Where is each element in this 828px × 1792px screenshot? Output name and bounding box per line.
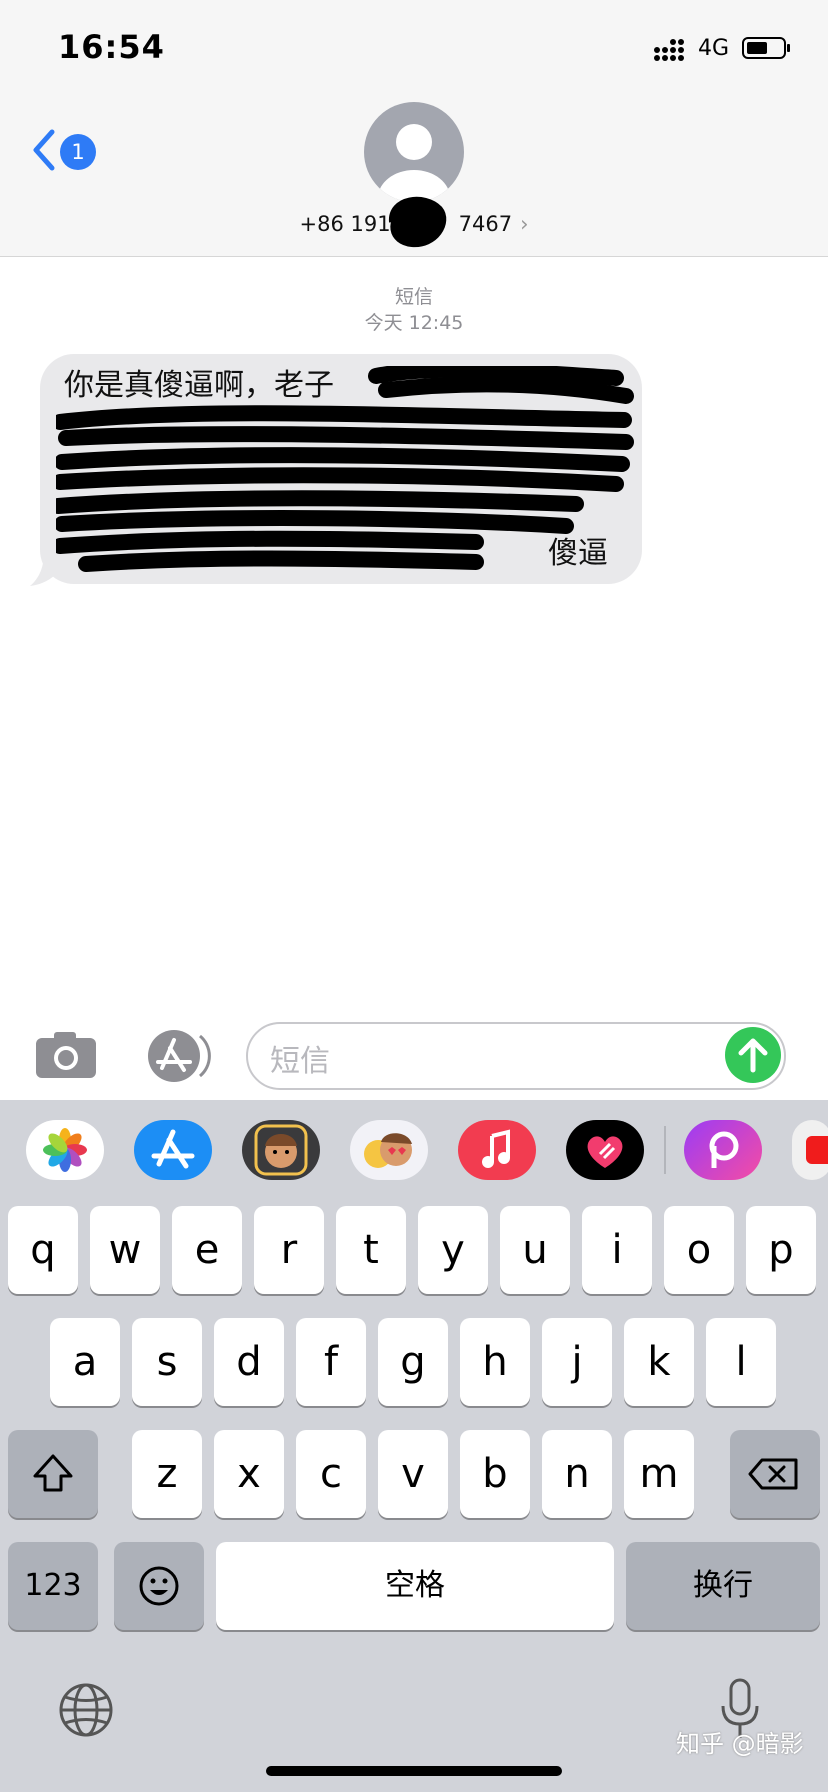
contact-number-suffix: 7467: [458, 212, 513, 236]
return-key[interactable]: 换行: [626, 1542, 820, 1630]
message-input-placeholder: 短信: [270, 1044, 330, 1079]
key-z[interactable]: z: [132, 1430, 202, 1518]
key-m[interactable]: m: [624, 1430, 694, 1518]
key-p[interactable]: p: [746, 1206, 816, 1294]
key-k[interactable]: k: [624, 1318, 694, 1406]
chevron-right-icon: ›: [520, 212, 529, 236]
animoji-stickers-icon[interactable]: [350, 1120, 428, 1180]
key-l[interactable]: l: [706, 1318, 776, 1406]
key-u[interactable]: u: [500, 1206, 570, 1294]
service-label: 短信: [394, 286, 433, 308]
digital-touch-heart-icon[interactable]: [566, 1120, 644, 1180]
delete-key[interactable]: [730, 1430, 820, 1518]
key-t[interactable]: t: [336, 1206, 406, 1294]
watermark: 知乎 @暗影: [676, 1730, 804, 1758]
youtube-icon[interactable]: [792, 1120, 828, 1180]
key-n[interactable]: n: [542, 1430, 612, 1518]
key-b[interactable]: b: [460, 1430, 530, 1518]
photos-icon[interactable]: [26, 1120, 104, 1180]
unread-badge[interactable]: 1: [60, 134, 96, 170]
key-x[interactable]: x: [214, 1430, 284, 1518]
redaction-scribble: [389, 197, 447, 248]
key-y[interactable]: y: [418, 1206, 488, 1294]
memoji-icon[interactable]: [242, 1120, 320, 1180]
music-icon[interactable]: [458, 1120, 536, 1180]
camera-icon[interactable]: [34, 1028, 98, 1080]
app-store-icon[interactable]: [140, 1028, 212, 1084]
battery-icon: [742, 37, 790, 59]
key-w[interactable]: w: [90, 1206, 160, 1294]
emoji-key[interactable]: [114, 1542, 204, 1630]
status-time: 16:54: [58, 28, 165, 66]
person-icon: [378, 124, 450, 202]
delete-icon: [748, 1458, 798, 1490]
globe-icon[interactable]: [58, 1682, 114, 1738]
key-r[interactable]: r: [254, 1206, 324, 1294]
contact-avatar[interactable]: [364, 102, 464, 202]
send-button[interactable]: [724, 1026, 782, 1084]
key-o[interactable]: o: [664, 1206, 734, 1294]
picsart-icon[interactable]: [684, 1120, 762, 1180]
shift-key[interactable]: [8, 1430, 98, 1518]
key-d[interactable]: d: [214, 1318, 284, 1406]
message-text-end: 傻逼: [548, 536, 608, 571]
emoji-icon: [139, 1566, 179, 1606]
message-timestamp: 今天 12:45: [364, 312, 464, 334]
appstore-app-icon[interactable]: [134, 1120, 212, 1180]
space-key[interactable]: 空格: [216, 1542, 614, 1630]
key-a[interactable]: a: [50, 1318, 120, 1406]
key-i[interactable]: i: [582, 1206, 652, 1294]
signal-icon: [654, 39, 684, 61]
contact-number-prefix: +86 191: [299, 212, 391, 236]
app-divider: [664, 1126, 666, 1174]
key-s[interactable]: s: [132, 1318, 202, 1406]
key-j[interactable]: j: [542, 1318, 612, 1406]
key-v[interactable]: v: [378, 1430, 448, 1518]
key-g[interactable]: g: [378, 1318, 448, 1406]
key-q[interactable]: q: [8, 1206, 78, 1294]
key-f[interactable]: f: [296, 1318, 366, 1406]
network-type: 4G: [698, 36, 730, 61]
shift-icon: [33, 1454, 73, 1492]
numbers-key[interactable]: 123: [8, 1542, 98, 1630]
key-e[interactable]: e: [172, 1206, 242, 1294]
key-c[interactable]: c: [296, 1430, 366, 1518]
home-indicator[interactable]: [266, 1766, 562, 1776]
key-h[interactable]: h: [460, 1318, 530, 1406]
